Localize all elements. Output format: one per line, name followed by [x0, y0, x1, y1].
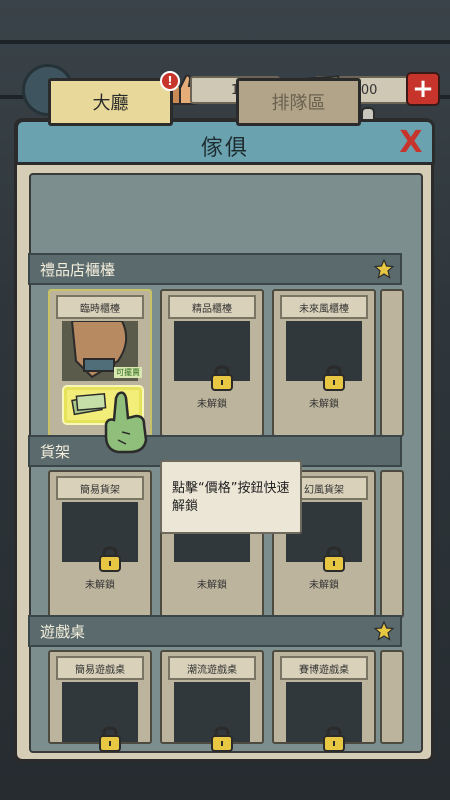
close-button[interactable]: X	[394, 128, 428, 158]
card-name: 精品櫃檯	[168, 295, 256, 319]
section-title: 禮品店櫃檯	[40, 260, 116, 279]
card-name: 簡易遊戲桌	[56, 656, 144, 680]
furniture-card[interactable]: 簡易貨架 未解鎖	[48, 470, 152, 618]
tutorial-tooltip: 點擊“價格”按鈕快速解鎖	[160, 460, 302, 534]
tab-lobby[interactable]: 大廳 !	[48, 71, 180, 126]
item-image	[286, 321, 362, 391]
card-name: 潮流遊戲桌	[168, 656, 256, 680]
lock-icon	[99, 546, 121, 572]
item-image	[286, 682, 362, 752]
section-title: 遊戲桌	[40, 622, 86, 641]
lock-status: 未解鎖	[197, 399, 227, 410]
furniture-card[interactable]: 賽博遊戲桌	[272, 650, 376, 752]
owned-label: 可擺賣	[114, 367, 142, 378]
lock-icon	[99, 726, 121, 752]
alert-badge: !	[160, 71, 180, 91]
section-header: 遊戲桌	[28, 615, 402, 647]
star-icon[interactable]	[374, 621, 394, 641]
panel-title: 傢俱	[200, 136, 249, 161]
lock-icon	[211, 726, 233, 752]
section-header: 禮品店櫃檯	[28, 253, 402, 285]
item-image	[174, 321, 250, 391]
tab-lobby-label: 大廳	[92, 93, 129, 114]
furniture-card[interactable]: 未來風櫃檯 未解鎖	[272, 289, 376, 437]
lock-status: 未解鎖	[309, 399, 339, 410]
lock-status: 未解鎖	[197, 580, 227, 591]
furniture-card[interactable]	[380, 650, 404, 744]
item-image	[62, 502, 138, 572]
lock-status: 未解鎖	[85, 580, 115, 591]
card-name: 賽博遊戲桌	[280, 656, 368, 680]
lock-icon	[323, 365, 345, 391]
tab-queue-area-label: 排隊區	[271, 93, 326, 114]
furniture-card[interactable]: 精品櫃檯 未解鎖	[160, 289, 264, 437]
wall-stripe	[0, 40, 450, 44]
section-title: 貨架	[40, 442, 71, 461]
card-name: 簡易貨架	[56, 476, 144, 500]
item-image	[62, 682, 138, 752]
lock-icon	[211, 365, 233, 391]
card-name: 未來風櫃檯	[280, 295, 368, 319]
tab-queue-area[interactable]: 排隊區	[236, 78, 361, 126]
card-name: 臨時櫃檯	[56, 295, 144, 319]
furniture-card[interactable]	[380, 470, 404, 618]
add-money-button[interactable]: +	[406, 72, 440, 106]
item-image	[174, 682, 250, 752]
furniture-card[interactable]: 潮流遊戲桌	[160, 650, 264, 752]
star-icon[interactable]	[374, 259, 394, 279]
pointing-hand-icon	[104, 391, 148, 454]
furniture-card[interactable]	[380, 289, 404, 437]
furniture-card[interactable]: 簡易遊戲桌	[48, 650, 152, 752]
lock-icon	[323, 546, 345, 572]
lock-status: 未解鎖	[309, 580, 339, 591]
lock-icon	[323, 726, 345, 752]
